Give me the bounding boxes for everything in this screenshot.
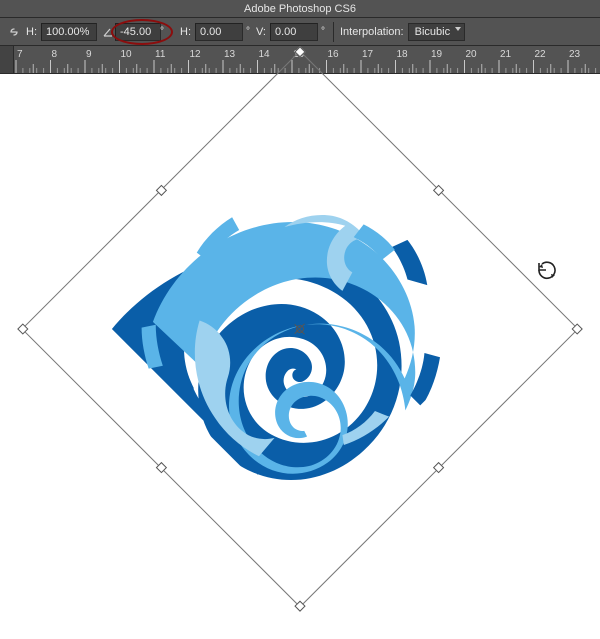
transform-handle-bottom-left[interactable] (294, 601, 305, 612)
angle-group: -45.00 ° (101, 23, 166, 41)
skew-h-label: H: (180, 26, 191, 38)
transform-handle-bottom-right[interactable] (572, 323, 583, 334)
ruler-tick-label: 17 (362, 49, 374, 60)
ruler-tick-label: 20 (466, 49, 478, 60)
skew-v-label: V: (256, 26, 266, 38)
chevron-down-icon (455, 27, 461, 31)
skew-h-input[interactable]: 0.00 (195, 23, 243, 41)
degree-mark-2: ° (246, 26, 250, 37)
scale-h-label: H: (26, 26, 37, 38)
skew-v-input[interactable]: 0.00 (270, 23, 318, 41)
ruler-tick-label: 11 (155, 49, 166, 60)
link-width-height-icon[interactable] (6, 24, 22, 40)
transform-handle-right[interactable] (433, 185, 444, 196)
transform-bounding-box[interactable] (21, 50, 578, 607)
rotation-angle-input[interactable]: -45.00 (115, 23, 161, 41)
ruler-tick-label: 16 (328, 49, 340, 60)
transform-handle-bottom[interactable] (433, 462, 444, 473)
ruler-tick-label: 22 (535, 49, 547, 60)
ruler-tick-label: 13 (224, 49, 236, 60)
ruler-tick-label: 19 (431, 49, 443, 60)
ruler-origin-box (0, 46, 14, 74)
transform-handle-top[interactable] (156, 185, 167, 196)
transform-handle-left[interactable] (156, 462, 167, 473)
ruler-tick-label: 12 (190, 49, 202, 60)
ruler-tick-label: 21 (500, 49, 512, 60)
options-bar: H: 100.00% -45.00 ° H: 0.00 ° V: 0.00 ° … (0, 18, 600, 46)
degree-mark-3: ° (321, 26, 325, 37)
document-canvas[interactable] (0, 74, 600, 639)
ruler-tick-label: 23 (569, 49, 581, 60)
ruler-tick-label: 10 (121, 49, 133, 60)
transform-handle-top-left[interactable] (17, 323, 28, 334)
ruler-tick-label: 18 (397, 49, 409, 60)
degree-mark: ° (160, 26, 164, 37)
rotate-cursor-icon (535, 259, 559, 283)
ruler-tick-label: 14 (259, 49, 271, 60)
scale-h-input[interactable]: 100.00% (41, 23, 97, 41)
transform-center-point[interactable] (290, 319, 310, 339)
app-title: Adobe Photoshop CS6 (244, 3, 356, 15)
ruler-tick-label: 9 (86, 49, 92, 60)
interpolation-label: Interpolation: (340, 26, 404, 38)
ruler-tick-label: 7 (17, 49, 23, 60)
ruler-tick-label: 8 (52, 49, 58, 60)
separator (333, 22, 334, 42)
angle-icon (101, 24, 115, 40)
interpolation-dropdown[interactable]: Bicubic (408, 23, 465, 41)
title-bar: Adobe Photoshop CS6 (0, 0, 600, 18)
